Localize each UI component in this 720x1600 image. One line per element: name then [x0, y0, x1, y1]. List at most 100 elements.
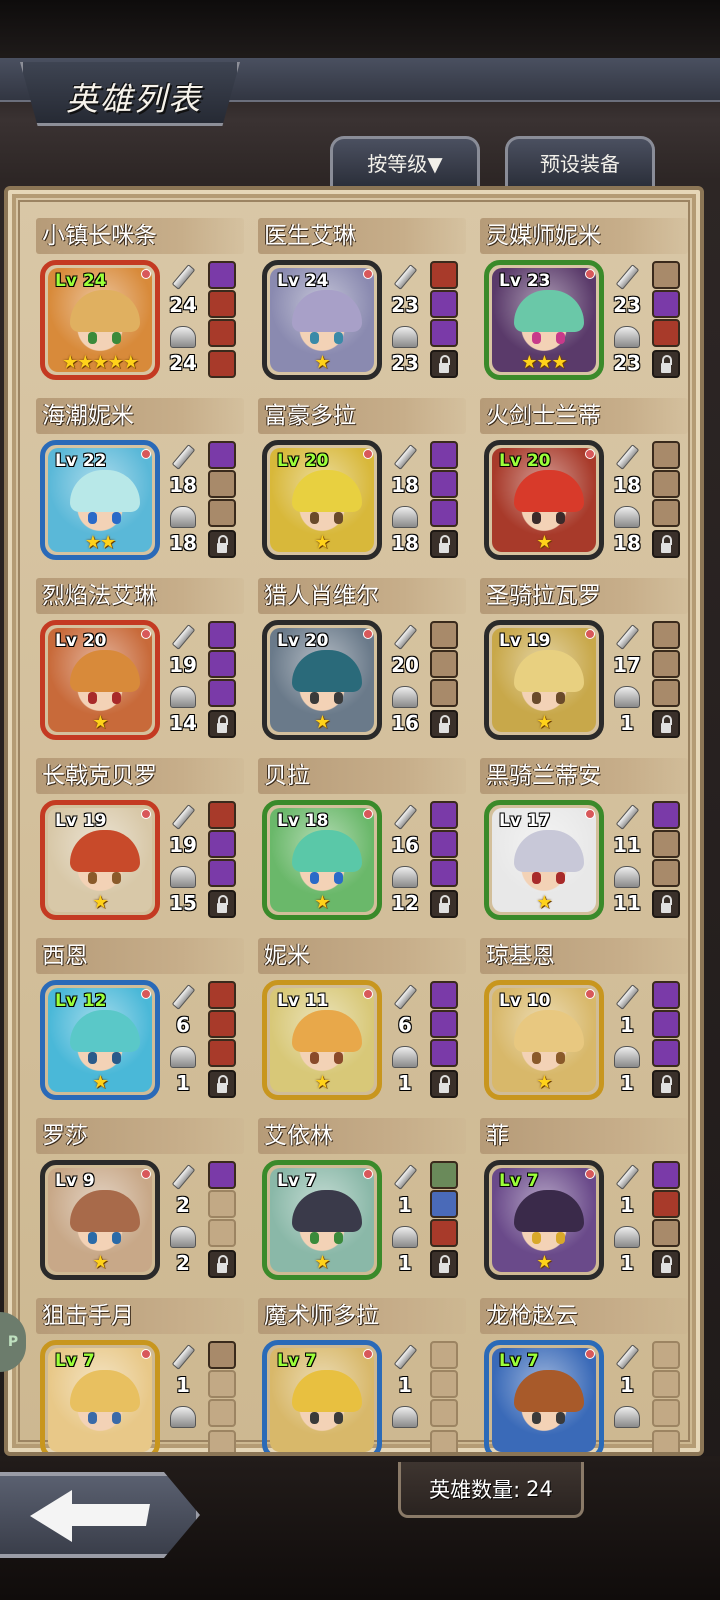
lock-icon[interactable] [430, 890, 458, 918]
equipment-slot-item[interactable] [652, 1010, 680, 1038]
hero-portrait[interactable]: Lv 18 ★ [262, 800, 382, 920]
equipment-slot-empty[interactable] [208, 1430, 236, 1452]
hero-card[interactable]: 西恩 Lv 12 ★ 6 1 [36, 938, 244, 1106]
lock-icon[interactable] [652, 890, 680, 918]
equipment-slot-item[interactable] [652, 499, 680, 527]
hero-portrait[interactable]: Lv 11 ★ [262, 980, 382, 1100]
hero-portrait[interactable]: Lv 24 ★ [262, 260, 382, 380]
hero-portrait[interactable]: Lv 10 ★ [484, 980, 604, 1100]
lock-icon[interactable] [208, 530, 236, 558]
equipment-slot-item[interactable] [430, 679, 458, 707]
hero-card[interactable]: 黑骑兰蒂安 Lv 17 ★ 11 11 [480, 758, 688, 926]
equipment-slot-item[interactable] [652, 290, 680, 318]
sort-by-level-button[interactable]: 按等级▼ [330, 136, 480, 186]
hero-card[interactable]: 医生艾琳 Lv 24 ★ 23 23 [258, 218, 466, 386]
equipment-slot-item[interactable] [652, 1219, 680, 1247]
hero-portrait[interactable]: Lv 7 [262, 1340, 382, 1452]
equipment-slot-item[interactable] [208, 859, 236, 887]
equipment-slot-item[interactable] [652, 830, 680, 858]
equipment-slot-item[interactable] [208, 981, 236, 1009]
hero-card[interactable]: 灵媒师妮米 Lv 23 ★★★ 23 23 [480, 218, 688, 386]
equipment-slot-empty[interactable] [430, 1341, 458, 1369]
equipment-slot-item[interactable] [430, 1190, 458, 1218]
equipment-slot-item[interactable] [430, 801, 458, 829]
equipment-slot-item[interactable] [652, 1039, 680, 1067]
hero-portrait[interactable]: Lv 19 ★ [40, 800, 160, 920]
hero-card[interactable]: 贝拉 Lv 18 ★ 16 12 [258, 758, 466, 926]
equipment-slot-item[interactable] [430, 499, 458, 527]
hero-portrait[interactable]: Lv 17 ★ [484, 800, 604, 920]
equipment-slot-item[interactable] [430, 650, 458, 678]
equipment-slot-item[interactable] [208, 1010, 236, 1038]
equipment-slot-empty[interactable] [208, 1399, 236, 1427]
equipment-slot-item[interactable] [208, 830, 236, 858]
preset-equipment-button[interactable]: 预设装备 [505, 136, 655, 186]
equipment-slot-item[interactable] [430, 1219, 458, 1247]
equipment-slot-item[interactable] [208, 441, 236, 469]
hero-card[interactable]: 魔术师多拉 Lv 7 1 [258, 1298, 466, 1452]
hero-card[interactable]: 龙枪赵云 Lv 7 1 [480, 1298, 688, 1452]
lock-icon[interactable] [208, 1070, 236, 1098]
equipment-slot-item[interactable] [208, 319, 236, 347]
equipment-slot-item[interactable] [652, 801, 680, 829]
equipment-slot-item[interactable] [208, 801, 236, 829]
equipment-slot-item[interactable] [430, 1161, 458, 1189]
equipment-slot-item[interactable] [208, 350, 236, 378]
equipment-slot-item[interactable] [208, 261, 236, 289]
equipment-slot-item[interactable] [430, 1010, 458, 1038]
hero-portrait[interactable]: Lv 23 ★★★ [484, 260, 604, 380]
equipment-slot-empty[interactable] [430, 1430, 458, 1452]
equipment-slot-empty[interactable] [208, 1370, 236, 1398]
equipment-slot-item[interactable] [430, 319, 458, 347]
hero-card[interactable]: 菲 Lv 7 ★ 1 1 [480, 1118, 688, 1286]
equipment-slot-item[interactable] [208, 499, 236, 527]
equipment-slot-item[interactable] [430, 859, 458, 887]
equipment-slot-empty[interactable] [430, 1370, 458, 1398]
lock-icon[interactable] [430, 710, 458, 738]
equipment-slot-empty[interactable] [652, 1430, 680, 1452]
hero-card[interactable]: 妮米 Lv 11 ★ 6 1 [258, 938, 466, 1106]
hero-card[interactable]: 猎人肖维尔 Lv 20 ★ 20 16 [258, 578, 466, 746]
hero-card[interactable]: 火剑士兰蒂 Lv 20 ★ 18 18 [480, 398, 688, 566]
hero-portrait[interactable]: Lv 20 ★ [262, 620, 382, 740]
equipment-slot-item[interactable] [652, 441, 680, 469]
hero-card[interactable]: 长戟克贝罗 Lv 19 ★ 19 15 [36, 758, 244, 926]
hero-card[interactable]: 艾依林 Lv 7 ★ 1 1 [258, 1118, 466, 1286]
hero-portrait[interactable]: Lv 20 ★ [484, 440, 604, 560]
equipment-slot-item[interactable] [430, 290, 458, 318]
lock-icon[interactable] [652, 1070, 680, 1098]
equipment-slot-item[interactable] [652, 1190, 680, 1218]
lock-icon[interactable] [652, 530, 680, 558]
equipment-slot-empty[interactable] [430, 1399, 458, 1427]
equipment-slot-item[interactable] [652, 621, 680, 649]
equipment-slot-item[interactable] [652, 261, 680, 289]
lock-icon[interactable] [430, 350, 458, 378]
equipment-slot-item[interactable] [652, 470, 680, 498]
equipment-slot-item[interactable] [430, 830, 458, 858]
hero-card[interactable]: 海潮妮米 Lv 22 ★★ 18 18 [36, 398, 244, 566]
hero-card[interactable]: 小镇长咪条 Lv 24 ★★★★★ 24 24 [36, 218, 244, 386]
equipment-slot-item[interactable] [208, 1341, 236, 1369]
equipment-slot-item[interactable] [208, 1039, 236, 1067]
lock-icon[interactable] [208, 890, 236, 918]
equipment-slot-item[interactable] [430, 1039, 458, 1067]
hero-card[interactable]: 富豪多拉 Lv 20 ★ 18 18 [258, 398, 466, 566]
hero-card[interactable]: 圣骑拉瓦罗 Lv 19 ★ 17 1 [480, 578, 688, 746]
equipment-slot-item[interactable] [430, 621, 458, 649]
lock-icon[interactable] [652, 710, 680, 738]
lock-icon[interactable] [430, 530, 458, 558]
equipment-slot-item[interactable] [430, 261, 458, 289]
hero-portrait[interactable]: Lv 7 ★ [262, 1160, 382, 1280]
lock-icon[interactable] [208, 710, 236, 738]
equipment-slot-item[interactable] [652, 650, 680, 678]
hero-portrait[interactable]: Lv 12 ★ [40, 980, 160, 1100]
hero-portrait[interactable]: Lv 7 [40, 1340, 160, 1452]
equipment-slot-empty[interactable] [652, 1399, 680, 1427]
equipment-slot-empty[interactable] [208, 1190, 236, 1218]
equipment-slot-empty[interactable] [208, 1219, 236, 1247]
hero-card[interactable]: 烈焰法艾琳 Lv 20 ★ 19 14 [36, 578, 244, 746]
hero-portrait[interactable]: Lv 22 ★★ [40, 440, 160, 560]
lock-icon[interactable] [430, 1070, 458, 1098]
equipment-slot-item[interactable] [652, 679, 680, 707]
hero-portrait[interactable]: Lv 24 ★★★★★ [40, 260, 160, 380]
